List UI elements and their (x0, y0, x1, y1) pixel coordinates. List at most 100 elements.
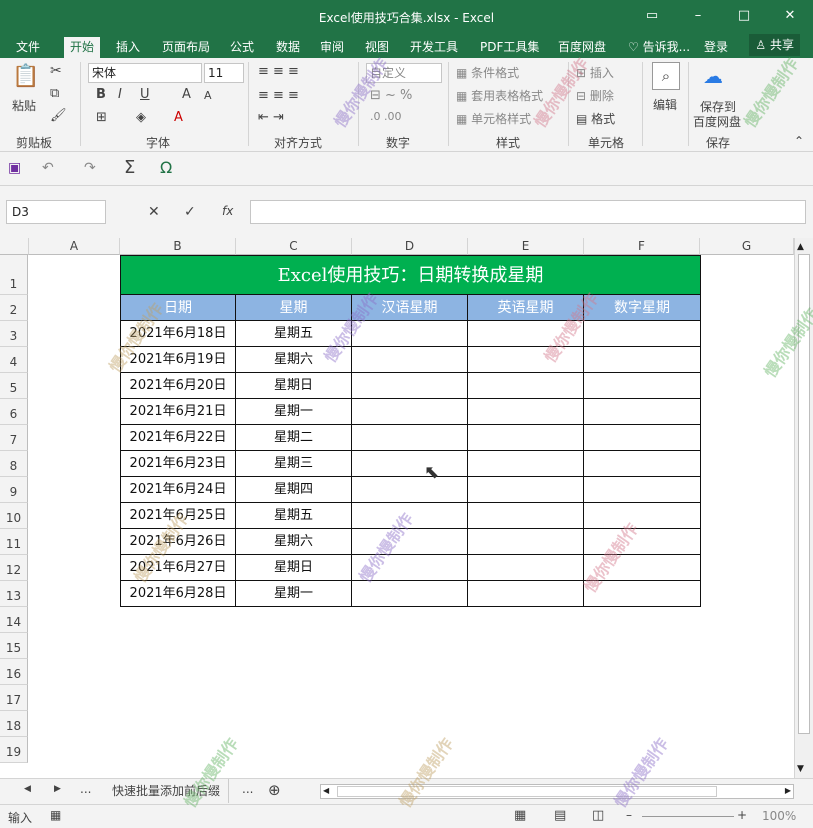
column-header[interactable]: G (700, 238, 794, 255)
tab-review[interactable]: 审阅 (314, 37, 350, 58)
table-cell[interactable] (352, 555, 468, 581)
tab-view[interactable]: 视图 (359, 37, 395, 58)
table-cell[interactable]: 星期一 (236, 399, 352, 425)
table-cell[interactable] (584, 321, 701, 347)
table-cell[interactable]: 星期三 (236, 451, 352, 477)
collapse-ribbon-icon[interactable]: ⌃ (794, 134, 804, 148)
column-header[interactable]: D (352, 238, 468, 255)
redo-icon[interactable]: ↷ (84, 160, 96, 176)
row-header[interactable]: 6 (0, 399, 28, 425)
insert-cells-button[interactable]: ⊞ 插入 (576, 64, 614, 81)
row-header[interactable]: 19 (0, 737, 28, 763)
row-header[interactable]: 16 (0, 659, 28, 685)
autosum-icon[interactable]: Σ (124, 157, 135, 178)
horizontal-scrollbar[interactable]: ◀ ▶ (320, 784, 794, 799)
table-cell[interactable] (352, 451, 468, 477)
table-cell[interactable]: 2021年6月20日 (120, 373, 236, 399)
row-header[interactable]: 4 (0, 347, 28, 373)
table-cell[interactable]: 星期二 (236, 425, 352, 451)
symbol-icon[interactable]: Ω (160, 158, 172, 177)
table-cell[interactable] (352, 425, 468, 451)
table-cell[interactable]: 2021年6月23日 (120, 451, 236, 477)
borders-icon[interactable]: ⊞ (96, 110, 107, 125)
scroll-up-icon[interactable]: ▲ (797, 242, 804, 252)
table-cell[interactable] (584, 503, 701, 529)
table-cell[interactable] (468, 347, 584, 373)
more-sheets-right[interactable]: ... (242, 782, 253, 796)
table-cell[interactable] (584, 425, 701, 451)
table-cell[interactable] (468, 503, 584, 529)
page-layout-view-icon[interactable]: ▤ (554, 808, 566, 823)
table-cell[interactable]: 星期五 (236, 321, 352, 347)
insert-function-icon[interactable]: fx (222, 204, 233, 218)
row-header[interactable]: 9 (0, 477, 28, 503)
edit-button[interactable]: 编辑 (653, 96, 677, 113)
row-header[interactable]: 11 (0, 529, 28, 555)
table-cell[interactable] (352, 347, 468, 373)
header-cell-date[interactable]: 日期 (120, 295, 236, 321)
table-cell[interactable] (468, 399, 584, 425)
add-sheet-icon[interactable]: ⊕ (268, 781, 281, 799)
scroll-left-icon[interactable]: ◀ (323, 786, 329, 795)
table-cell[interactable]: 2021年6月18日 (120, 321, 236, 347)
select-all-corner[interactable] (0, 238, 29, 255)
table-cell[interactable]: 星期一 (236, 581, 352, 607)
row-header[interactable]: 3 (0, 321, 28, 347)
row-header[interactable]: 7 (0, 425, 28, 451)
normal-view-icon[interactable]: ▦ (514, 808, 526, 823)
sign-in-link[interactable]: 登录 (698, 37, 734, 58)
table-cell[interactable]: 2021年6月25日 (120, 503, 236, 529)
table-cell[interactable]: 2021年6月28日 (120, 581, 236, 607)
tab-insert[interactable]: 插入 (110, 37, 146, 58)
tab-developer[interactable]: 开发工具 (404, 37, 464, 58)
zoom-slider[interactable] (642, 816, 734, 817)
macro-record-icon[interactable]: ▦ (50, 808, 61, 822)
column-header[interactable]: B (120, 238, 236, 255)
table-cell[interactable] (468, 529, 584, 555)
table-cell[interactable]: 2021年6月26日 (120, 529, 236, 555)
table-cell[interactable] (352, 373, 468, 399)
tab-home[interactable]: 开始 (64, 37, 101, 58)
row-header[interactable]: 10 (0, 503, 28, 529)
table-cell[interactable] (468, 477, 584, 503)
header-cell-english-weekday[interactable]: 英语星期 (468, 295, 584, 321)
table-cell[interactable]: 星期四 (236, 477, 352, 503)
zoom-in-icon[interactable]: + (737, 808, 747, 822)
name-box[interactable]: D3 (6, 200, 106, 224)
delete-cells-button[interactable]: ⊟ 删除 (576, 87, 614, 104)
table-cell[interactable] (584, 529, 701, 555)
tab-data[interactable]: 数据 (270, 37, 306, 58)
column-header[interactable]: C (236, 238, 352, 255)
cut-icon[interactable]: ✂ (50, 63, 62, 79)
maximize-button[interactable]: □ (734, 8, 754, 24)
row-header[interactable]: 13 (0, 581, 28, 607)
search-icon[interactable]: ⌕ (652, 62, 680, 90)
row-header[interactable]: 1 (0, 255, 28, 295)
table-cell[interactable]: 2021年6月22日 (120, 425, 236, 451)
table-format-button[interactable]: ▦ 套用表格格式 (456, 87, 543, 104)
zoom-level[interactable]: 100% (762, 809, 796, 823)
table-cell[interactable] (352, 503, 468, 529)
column-header[interactable]: A (29, 238, 120, 255)
next-sheet-icon[interactable]: ▶ (54, 784, 61, 794)
prev-sheet-icon[interactable]: ◀ (24, 784, 31, 794)
sheet-title-cell[interactable]: Excel使用技巧：日期转换成星期 (120, 255, 701, 295)
format-cells-button[interactable]: ▤ 格式 (576, 110, 615, 127)
close-button[interactable]: ✕ (780, 8, 800, 24)
indent-icon[interactable]: ⇤ ⇥ (258, 110, 284, 125)
table-cell[interactable]: 星期五 (236, 503, 352, 529)
bold-icon[interactable]: B (96, 87, 106, 102)
number-format-select[interactable]: 自定义 (366, 63, 442, 83)
tell-me-search[interactable]: ♡ 告诉我... (622, 37, 696, 58)
paste-button[interactable]: 粘贴 (12, 97, 36, 114)
table-cell[interactable]: 星期六 (236, 347, 352, 373)
table-cell[interactable] (468, 321, 584, 347)
decrease-font-icon[interactable]: A (204, 89, 212, 102)
copy-icon[interactable]: ⧉ (50, 86, 59, 101)
table-cell[interactable] (468, 555, 584, 581)
table-cell[interactable]: 2021年6月21日 (120, 399, 236, 425)
tab-file[interactable]: 文件 (10, 37, 46, 58)
vertical-scrollbar[interactable]: ▲ ▼ (794, 238, 813, 778)
scroll-down-icon[interactable]: ▼ (797, 764, 804, 774)
fill-color-icon[interactable]: ◈ (136, 110, 146, 125)
